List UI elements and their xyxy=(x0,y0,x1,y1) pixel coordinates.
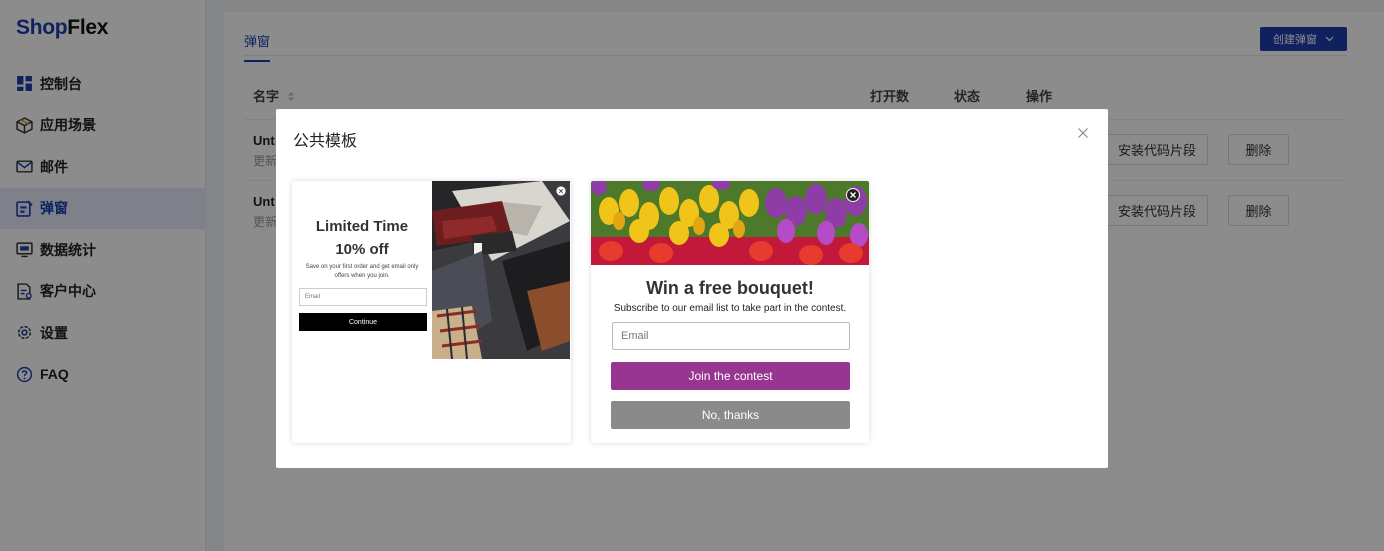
template-continue-button: Continue xyxy=(299,313,427,331)
modal-title: 公共模板 xyxy=(293,133,358,150)
close-icon[interactable] xyxy=(1077,127,1089,139)
template-title: Limited Time xyxy=(315,218,409,235)
template-description: Save on your first order and get email o… xyxy=(305,264,419,279)
fashion-photo xyxy=(432,181,570,359)
close-icon xyxy=(556,186,566,196)
close-icon xyxy=(846,188,860,202)
template-form-panel: Limited Time 10% off Save on your first … xyxy=(292,181,432,359)
template-email-field: Email xyxy=(612,322,850,350)
template-subtitle: Subscribe to our email list to take part… xyxy=(613,303,847,314)
template-decline-button: No, thanks xyxy=(611,401,850,429)
template-card-limited-time[interactable]: Limited Time 10% off Save on your first … xyxy=(292,181,571,443)
template-discount: 10% off xyxy=(335,241,389,258)
template-email-field: Email xyxy=(299,288,427,306)
template-modal: 公共模板 Limited Time 10% off Save on your f… xyxy=(276,109,1108,468)
template-join-button: Join the contest xyxy=(611,362,850,390)
tulips-photo xyxy=(591,181,869,265)
template-card-bouquet[interactable]: Win a free bouquet! Subscribe to our ema… xyxy=(591,181,869,443)
template-title: Win a free bouquet! xyxy=(646,278,814,298)
